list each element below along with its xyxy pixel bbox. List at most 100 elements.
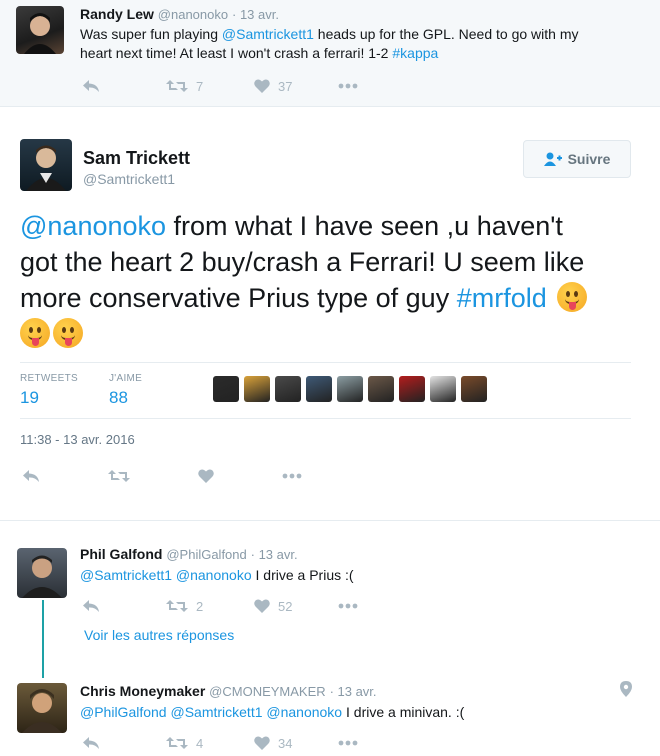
more-icon xyxy=(338,603,358,609)
tongue-emoji xyxy=(53,318,83,348)
retweet-button[interactable]: 4 xyxy=(166,736,254,751)
liker-avatar[interactable] xyxy=(399,376,425,402)
more-button[interactable] xyxy=(338,740,358,746)
stats-divider-bottom xyxy=(20,418,631,419)
text-segment: heads up for the GPL. Need to go with my xyxy=(313,26,579,42)
retweet-button[interactable] xyxy=(108,469,198,483)
avatar-sam-trickett[interactable] xyxy=(20,139,72,191)
retweet-button[interactable]: 7 xyxy=(166,79,254,94)
context-tweet[interactable]: Randy Lew @nanonoko · 13 avr. Was super … xyxy=(0,0,660,107)
reply-button[interactable] xyxy=(82,79,166,93)
like-button[interactable] xyxy=(198,469,282,483)
tweet-date[interactable]: · 13 avr. xyxy=(251,547,298,562)
reply-button[interactable] xyxy=(82,736,166,750)
retweet-count: 2 xyxy=(196,598,204,614)
author-handle[interactable]: @CMONEYMAKER xyxy=(209,684,326,699)
mention-link[interactable]: @PhilGalfond @Samtrickett1 @nanonoko xyxy=(80,704,342,720)
reply-button[interactable] xyxy=(22,469,108,483)
retweet-count: 7 xyxy=(196,78,204,94)
author-handle[interactable]: @nanonoko xyxy=(158,7,228,22)
liker-avatar[interactable] xyxy=(244,376,270,402)
avatar-chris-moneymaker[interactable] xyxy=(17,683,67,733)
author-handle[interactable]: @PhilGalfond xyxy=(166,547,246,562)
avatar-phil-galfond[interactable] xyxy=(17,548,67,598)
mention-link[interactable]: @nanonoko xyxy=(20,211,166,241)
show-more-replies-link[interactable]: Voir les autres réponses xyxy=(84,627,234,643)
text-segment: I drive a minivan. :( xyxy=(342,704,465,720)
like-count: 52 xyxy=(278,598,293,614)
heart-icon xyxy=(254,736,270,750)
reply-icon xyxy=(83,737,99,749)
liker-avatar[interactable] xyxy=(461,376,487,402)
liker-avatar[interactable] xyxy=(275,376,301,402)
thread-connector xyxy=(42,600,44,678)
avatar-image xyxy=(22,689,62,733)
more-button[interactable] xyxy=(282,473,302,479)
retweet-icon xyxy=(166,600,188,612)
tweet-header: Chris Moneymaker @CMONEYMAKER · 13 avr. xyxy=(80,683,377,699)
follow-button[interactable]: Suivre xyxy=(523,140,631,178)
like-count: 37 xyxy=(278,78,293,94)
avatar-image xyxy=(26,145,66,191)
more-icon xyxy=(282,473,302,479)
heart-icon xyxy=(254,599,270,613)
location-pin-icon[interactable] xyxy=(620,681,632,697)
tweet-text: Was super fun playing @Samtrickett1 head… xyxy=(80,25,650,63)
retweet-count: 4 xyxy=(196,735,204,751)
tweet-timestamp[interactable]: 11:38 - 13 avr. 2016 xyxy=(20,432,135,447)
more-icon xyxy=(338,740,358,746)
author-name[interactable]: Phil Galfond xyxy=(80,546,162,562)
avatar-image xyxy=(24,13,56,54)
author-name-text: Sam Trickett xyxy=(83,148,191,168)
more-button[interactable] xyxy=(338,603,358,609)
liker-avatar[interactable] xyxy=(337,376,363,402)
reply-button[interactable] xyxy=(82,599,166,613)
retweets-count[interactable]: 19 xyxy=(20,388,39,408)
text-segment: Was super fun playing xyxy=(80,26,222,42)
tweet-actions xyxy=(22,466,302,486)
tweet-date[interactable]: · 13 avr. xyxy=(330,684,377,699)
more-icon xyxy=(338,83,358,89)
avatar-randy-lew[interactable] xyxy=(16,6,64,54)
author-handle-text: @Samtrickett1 xyxy=(83,171,176,187)
text-segment: from what I have seen ,u haven't xyxy=(166,211,563,241)
text-segment: I drive a Prius :( xyxy=(251,567,354,583)
tweet-header: Randy Lew @nanonoko · 13 avr. xyxy=(80,6,279,22)
hashtag-link[interactable]: #mrfold xyxy=(457,283,547,313)
replies-section: Phil Galfond @PhilGalfond · 13 avr. @Sam… xyxy=(0,520,660,756)
reply-icon xyxy=(83,600,99,612)
text-segment: heart next time! At least I won't crash … xyxy=(80,45,393,61)
retweet-button[interactable]: 2 xyxy=(166,599,254,614)
likes-count[interactable]: 88 xyxy=(109,388,128,408)
mention-link[interactable]: @Samtrickett1 xyxy=(222,26,314,42)
like-button[interactable]: 52 xyxy=(254,599,338,614)
like-button[interactable]: 37 xyxy=(254,79,338,94)
tweet-date[interactable]: · 13 avr. xyxy=(232,7,279,22)
hashtag-link[interactable]: #kappa xyxy=(392,45,438,61)
text-segment: more conservative Prius type of guy xyxy=(20,283,457,313)
more-button[interactable] xyxy=(338,83,358,89)
liker-avatar[interactable] xyxy=(306,376,332,402)
likers-avatars xyxy=(213,376,492,402)
follow-user-icon xyxy=(543,152,562,166)
like-count: 34 xyxy=(278,735,293,751)
tweet-actions: 4 34 xyxy=(82,733,358,753)
tweet-header: Phil Galfond @PhilGalfond · 13 avr. xyxy=(80,546,298,562)
author-name[interactable]: Chris Moneymaker xyxy=(80,683,205,699)
mention-link[interactable]: @Samtrickett1 @nanonoko xyxy=(80,567,252,583)
heart-icon xyxy=(254,79,270,93)
likes-label: J'AIME xyxy=(109,373,143,384)
author-name[interactable]: Randy Lew xyxy=(80,6,154,22)
author-name[interactable]: Sam Trickett xyxy=(83,148,190,169)
liker-avatar[interactable] xyxy=(213,376,239,402)
retweet-icon xyxy=(108,470,130,482)
liker-avatar[interactable] xyxy=(368,376,394,402)
retweet-icon xyxy=(166,737,188,749)
tweet-text: @Samtrickett1 @nanonoko I drive a Prius … xyxy=(80,566,354,585)
retweet-icon xyxy=(166,80,188,92)
heart-icon xyxy=(198,469,214,483)
liker-avatar[interactable] xyxy=(430,376,456,402)
author-handle[interactable]: @Samtrickett1 xyxy=(83,171,175,187)
like-button[interactable]: 34 xyxy=(254,736,338,751)
retweets-label: RETWEETS xyxy=(20,373,78,384)
